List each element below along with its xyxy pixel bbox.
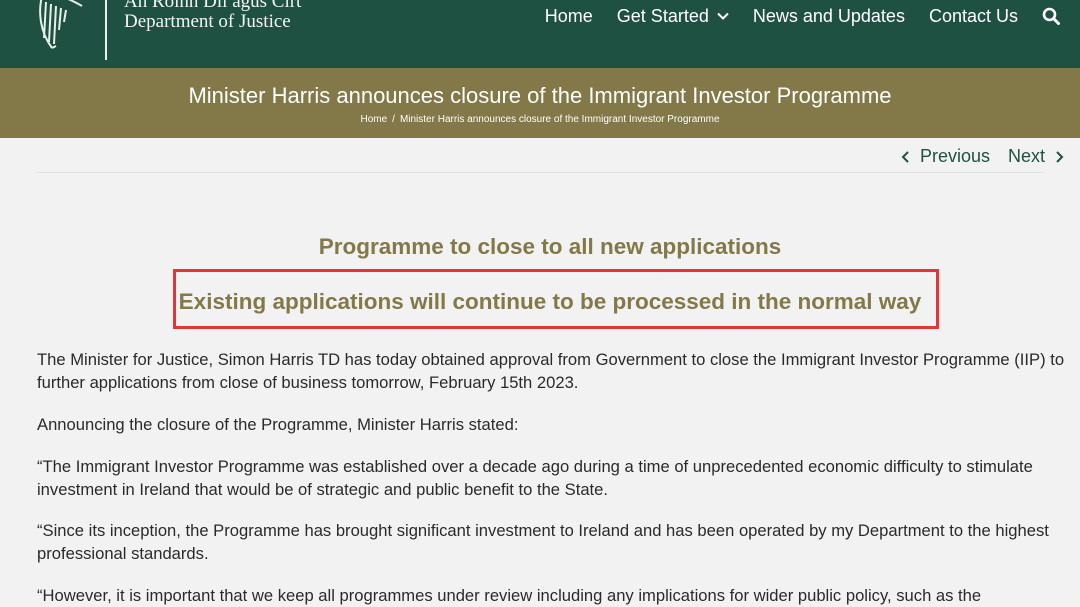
nav-contact-us[interactable]: Contact Us	[929, 6, 1018, 27]
divider	[37, 172, 1043, 173]
breadcrumb-current: Minister Harris announces closure of the…	[399, 114, 720, 125]
main-navigation: Home Get Started News and Updates Contac…	[545, 5, 1060, 27]
previous-link[interactable]: Previous	[901, 146, 990, 167]
page-title: Minister Harris announces closure of the…	[188, 83, 892, 108]
nav-home[interactable]: Home	[545, 6, 593, 27]
next-link[interactable]: Next	[1008, 146, 1064, 167]
chevron-down-icon	[717, 12, 729, 20]
nav-get-started[interactable]: Get Started	[617, 6, 729, 27]
harp-icon[interactable]	[34, 0, 92, 52]
article-paragraph: The Minister for Justice, Simon Harris T…	[37, 350, 1065, 392]
previous-label: Previous	[919, 146, 990, 166]
nav-news-label: News and Updates	[752, 5, 905, 26]
article-paragraph: “However, it is important that we keep a…	[37, 586, 982, 605]
breadcrumb-home[interactable]: Home	[360, 114, 387, 125]
chevron-left-icon	[901, 150, 909, 163]
search-icon[interactable]	[1042, 7, 1060, 25]
nav-news-and-updates[interactable]: News and Updates	[753, 6, 905, 27]
nav-home-label: Home	[544, 5, 593, 26]
post-pager: Previous Next	[901, 146, 1064, 167]
article-subheading-highlighted: Existing applications will continue to b…	[178, 289, 922, 314]
chevron-right-icon	[1056, 150, 1064, 163]
article-paragraph: Announcing the closure of the Programme,…	[37, 415, 519, 434]
next-label: Next	[1007, 146, 1045, 166]
article-paragraph: “Since its inception, the Programme has …	[37, 521, 1049, 563]
logo-divider	[105, 0, 107, 60]
nav-contact-label: Contact Us	[928, 5, 1018, 26]
department-name-english[interactable]: Department of Justice	[124, 11, 291, 33]
nav-get-started-label: Get Started	[616, 5, 709, 26]
article-paragraph: “The Immigrant Investor Programme was es…	[37, 457, 1033, 499]
breadcrumb: Home / Minister Harris announces closure…	[0, 114, 1080, 125]
article-subheading: Programme to close to all new applicatio…	[318, 234, 782, 259]
site-header: An Roinn Dlí agus Cirt Department of Jus…	[0, 0, 1080, 68]
page-title-band: Minister Harris announces closure of the…	[0, 68, 1080, 138]
breadcrumb-separator: /	[392, 114, 395, 125]
